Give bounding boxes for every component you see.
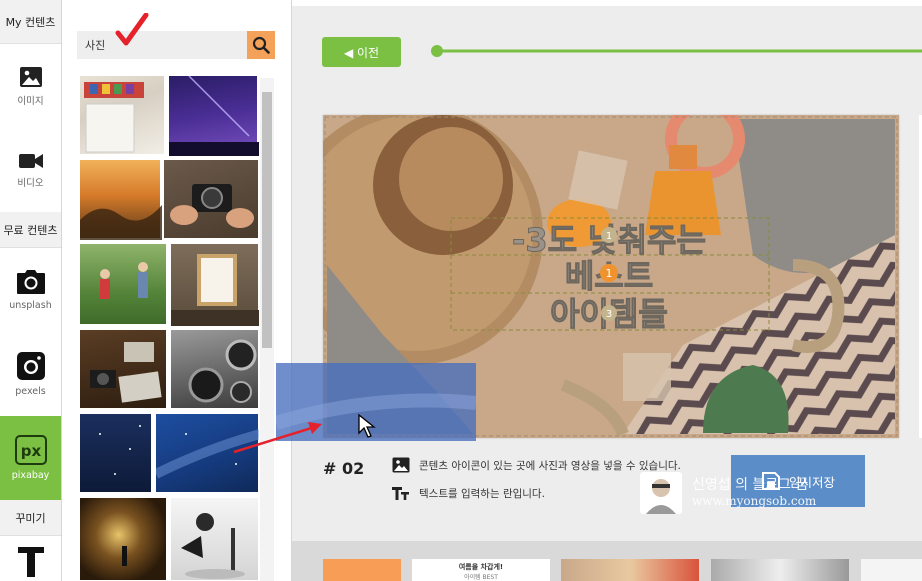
rail-item-video[interactable]: 비디오: [0, 128, 61, 212]
mouse-cursor-icon: [358, 413, 376, 438]
slide-number: # 02: [323, 459, 365, 478]
help-image-row: 콘텐츠 아이콘이 있는 곳에 사진과 영상을 넣을 수 있습니다.: [392, 457, 681, 473]
thumb-subtitle: 아이템 BEST: [464, 574, 498, 581]
image-result[interactable]: [79, 497, 167, 581]
video-camera-icon: [18, 153, 43, 168]
rail-item-image[interactable]: 이미지: [0, 44, 61, 128]
image-result[interactable]: [79, 159, 162, 240]
rail-item-label: 비디오: [17, 177, 44, 189]
slide-thumbnail[interactable]: [323, 559, 401, 581]
image-result[interactable]: [170, 329, 259, 409]
search-input[interactable]: [77, 31, 247, 59]
text-marker-2: 1: [606, 267, 613, 280]
image-result[interactable]: [79, 75, 165, 155]
free-contents-header: 무료 컨텐츠: [0, 212, 61, 248]
svg-text:px: px: [20, 442, 41, 460]
image-results-grid: [79, 75, 259, 581]
rail-item-label: 이미지: [17, 95, 44, 107]
help-image-text: 콘텐츠 아이콘이 있는 곳에 사진과 영상을 넣을 수 있습니다.: [419, 459, 681, 472]
search-bar: [77, 31, 275, 59]
slide-thumbnail[interactable]: [711, 559, 849, 581]
slide-thumbnail[interactable]: [861, 559, 922, 581]
slide-thumbnail[interactable]: 여름을 차갑게! 아이템 BEST: [412, 559, 550, 581]
watermark-avatar: [640, 472, 682, 514]
camera-icon: [16, 270, 45, 294]
text-size-icon: [392, 487, 409, 500]
text-marker-3: 3: [606, 309, 612, 320]
image-result[interactable]: [168, 75, 259, 156]
content-rail: My 컨텐츠 이미지 비디오 무료 컨텐츠 unsplash pexels px…: [0, 0, 62, 581]
library-scrollbar[interactable]: [260, 78, 274, 581]
slide-thumbnail-strip: 여름을 차갑게! 아이템 BEST: [292, 541, 922, 581]
previous-button[interactable]: ◀ 이전: [322, 37, 401, 67]
rail-item-text[interactable]: [0, 536, 61, 581]
image-result[interactable]: [163, 159, 259, 239]
text-t-icon: [17, 547, 44, 577]
watermark: 신영섭 의 블로그 꿈 www.myongsob.com: [640, 472, 816, 514]
image-result[interactable]: [79, 413, 152, 493]
progress-track: [431, 45, 922, 57]
editor-area: ◀ 이전 -3도 낮춰주는 1 1 3 # 02 콘텐츠 아이콘이 있는 곳에 …: [283, 0, 922, 581]
scrollbar-thumb[interactable]: [262, 92, 272, 348]
rail-item-pixabay[interactable]: px pixabay: [0, 416, 61, 500]
help-text-label: 텍스트를 입력하는 란입니다.: [419, 487, 545, 500]
instagram-camera-icon: [16, 352, 45, 380]
rail-item-unsplash[interactable]: unsplash: [0, 248, 61, 332]
image-result[interactable]: [79, 243, 167, 325]
image-result[interactable]: [170, 497, 259, 581]
decorate-header: 꾸미기: [0, 500, 61, 536]
checkmark-annotation-icon: [115, 13, 149, 46]
text-marker-1: 1: [606, 231, 612, 242]
slide-thumbnail[interactable]: [561, 559, 699, 581]
image-icon: [19, 66, 42, 87]
image-result[interactable]: [170, 243, 259, 326]
search-icon: [252, 36, 270, 54]
search-button[interactable]: [247, 31, 275, 59]
help-text-row: 텍스트를 입력하는 란입니다.: [392, 485, 545, 501]
thumb-title: 여름을 차갑게!: [458, 563, 504, 571]
top-bar: [292, 0, 922, 6]
my-contents-header: My 컨텐츠: [0, 0, 61, 44]
drag-arrow-annotation-icon: [233, 422, 322, 454]
watermark-name: 신영섭 의 블로그 꿈: [692, 477, 809, 493]
pixabay-px-icon: px: [14, 435, 47, 465]
rail-item-label: unsplash: [9, 300, 52, 311]
watermark-url: www.myongsob.com: [692, 494, 817, 508]
image-result[interactable]: [79, 329, 167, 409]
image-icon: [392, 457, 410, 473]
rail-item-label: pexels: [15, 386, 46, 397]
rail-item-label: pixabay: [11, 470, 50, 481]
image-library-panel: [62, 0, 292, 581]
rail-item-pexels[interactable]: pexels: [0, 332, 61, 416]
